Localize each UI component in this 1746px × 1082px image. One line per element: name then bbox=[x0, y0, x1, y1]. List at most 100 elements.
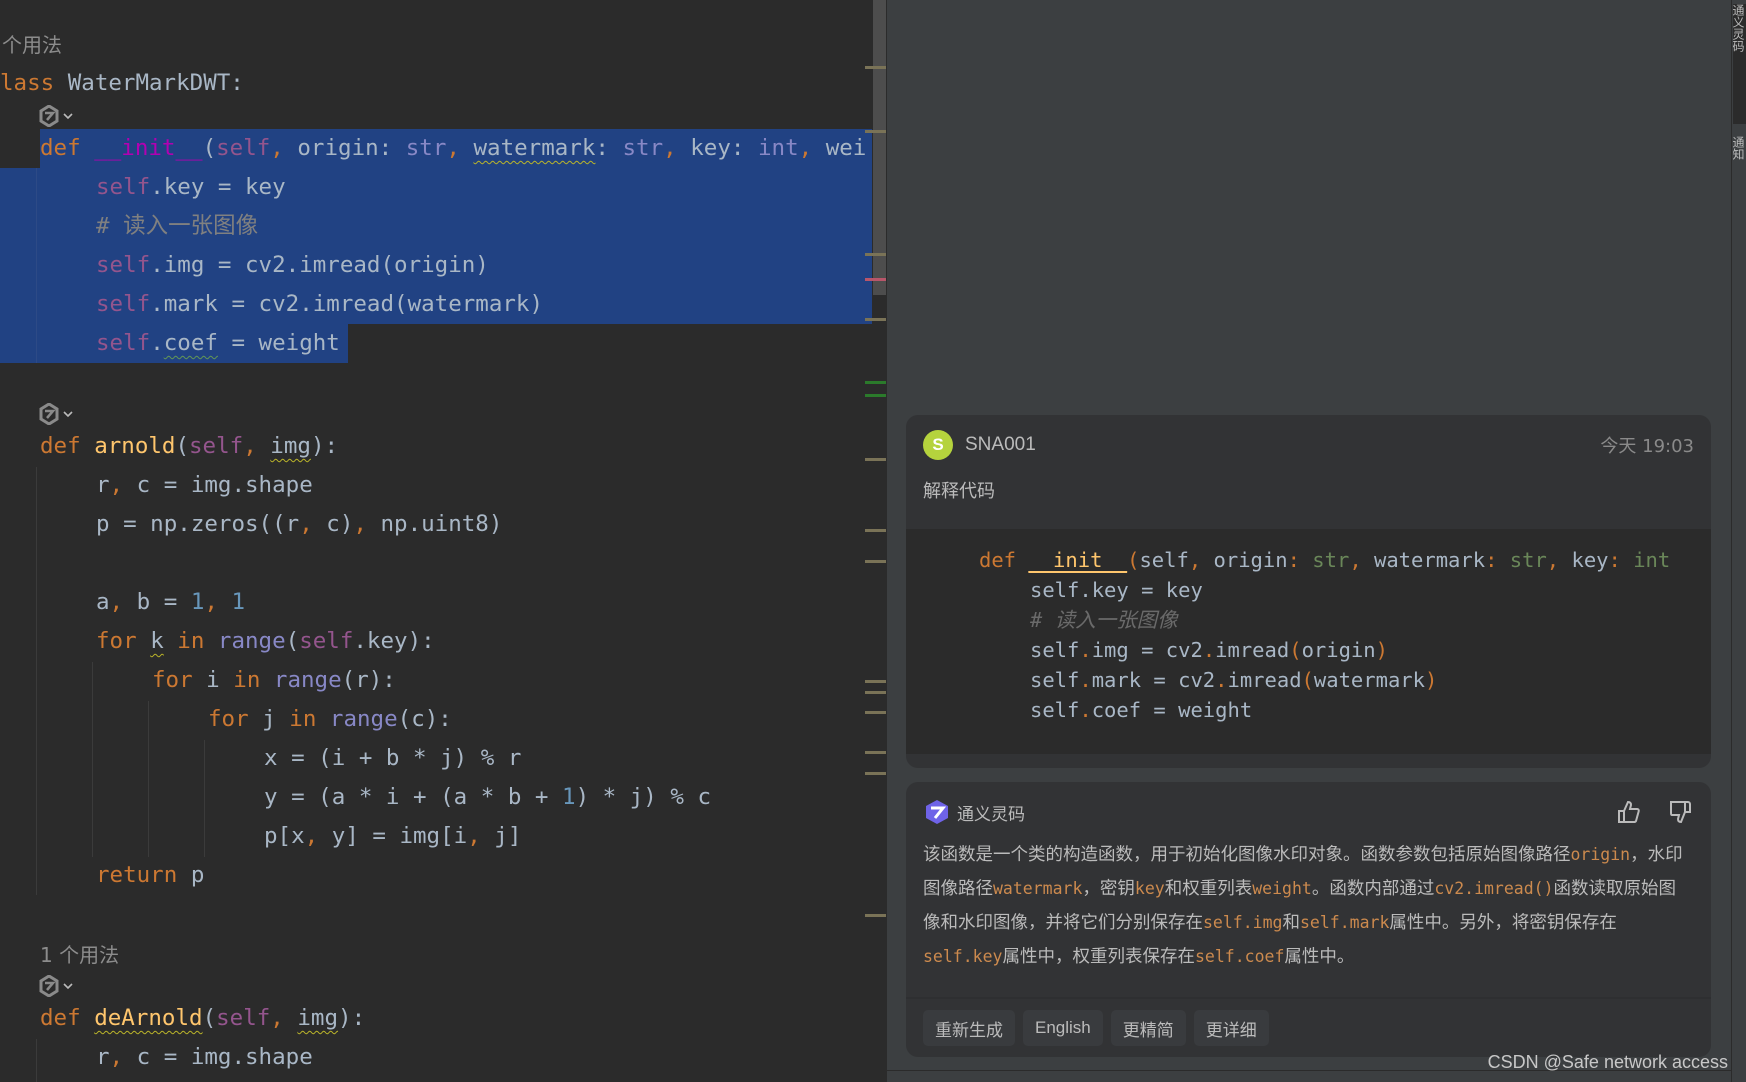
type: str bbox=[405, 135, 447, 161]
message-timestamp: 今天 19:03 bbox=[1600, 436, 1694, 457]
code-line: p[x, y] = img[i, j] bbox=[264, 823, 522, 849]
thumbs-down-icon[interactable] bbox=[1668, 799, 1694, 825]
code-comment: # 读入一张图像 bbox=[96, 213, 259, 239]
text-segment: ，密钥 bbox=[1082, 879, 1135, 899]
error-stripe-marker[interactable] bbox=[865, 66, 886, 69]
text-segment: 属性中，权重列表保存在 bbox=[1002, 947, 1195, 967]
error-stripe-marker[interactable] bbox=[865, 914, 886, 917]
tool-tab-notifications[interactable]: 通知 bbox=[1733, 136, 1746, 206]
error-stripe-marker[interactable] bbox=[865, 529, 886, 532]
divider bbox=[906, 997, 1711, 999]
inline-code: key bbox=[1134, 879, 1165, 898]
assistant-message-text: 该函数是一个类的构造函数，用于初始化图像水印对象。函数参数包括原始图像路径ori… bbox=[923, 838, 1693, 974]
more-detailed-button[interactable]: 更详细 bbox=[1193, 1010, 1269, 1046]
code-line: for k in range(self.key): bbox=[96, 628, 435, 654]
indent-guide bbox=[204, 740, 205, 857]
error-stripe-marker[interactable] bbox=[865, 680, 886, 683]
text-segment: 属性中。另外，将密钥保存在 bbox=[1389, 913, 1617, 933]
tool-tab-label: 通义灵码 bbox=[1733, 4, 1745, 52]
code-line: r, c = img.shape bbox=[96, 472, 313, 498]
message-header: S SNA001 今天 19:03 bbox=[923, 429, 1694, 461]
thumbs-up-icon[interactable] bbox=[1616, 799, 1642, 825]
snippet-line: # 读入一张图像 bbox=[1030, 608, 1178, 632]
indent-guide bbox=[36, 1039, 37, 1082]
error-stripe-marker[interactable] bbox=[865, 318, 886, 321]
ai-action-button[interactable] bbox=[38, 402, 74, 426]
error-stripe-marker[interactable] bbox=[865, 560, 886, 563]
code-line: def arnold(self, img): bbox=[40, 433, 339, 459]
code-snippet[interactable]: def __init__(self, origin: str, watermar… bbox=[906, 529, 1711, 754]
error-stripe-marker[interactable] bbox=[865, 772, 886, 775]
code-line: for j in range(c): bbox=[208, 706, 452, 732]
inline-code: self.coef bbox=[1194, 947, 1285, 966]
error-stripe-marker[interactable] bbox=[865, 130, 886, 133]
keyword: lass bbox=[0, 70, 55, 96]
inline-code: self.mark bbox=[1299, 913, 1390, 932]
tool-tab-label: 通知 bbox=[1733, 136, 1745, 160]
vcs-change-marker[interactable] bbox=[865, 394, 886, 397]
error-stripe-marker[interactable] bbox=[865, 751, 886, 754]
more-concise-button[interactable]: 更精简 bbox=[1110, 1010, 1186, 1046]
indent-guide bbox=[36, 168, 37, 363]
ai-chat-panel: S SNA001 今天 19:03 解释代码 def __init__(self… bbox=[887, 0, 1731, 1082]
code-line: x = (i + b * j) % r bbox=[264, 745, 522, 771]
text-segment: 和 bbox=[1282, 913, 1300, 933]
snippet-line: self.img = cv2.imread(origin) bbox=[1030, 638, 1388, 662]
text-segment: 该函数是一个类的构造函数，用于初始化图像水印对象。函数参数包括原始图像路径 bbox=[923, 845, 1571, 865]
inline-code: origin bbox=[1570, 845, 1631, 864]
code-line: p = np.zeros((r, c), np.uint8) bbox=[96, 511, 503, 537]
indent-guide bbox=[36, 467, 37, 895]
error-stripe-marker[interactable] bbox=[865, 458, 886, 461]
snippet-line: self.key = key bbox=[1030, 578, 1203, 602]
code-editor[interactable]: 个用法 lass WaterMarkDWT: def __init__(self… bbox=[0, 0, 887, 1082]
chevron-down-icon bbox=[63, 983, 73, 990]
message-header: 通义灵码 bbox=[923, 796, 1694, 828]
inline-code: weight bbox=[1252, 879, 1312, 898]
tongyi-logo-icon bbox=[39, 975, 59, 997]
snippet-line: def __init__(self, origin: str, watermar… bbox=[979, 548, 1671, 572]
tool-tab-tongyi[interactable]: 通义灵码 bbox=[1733, 4, 1746, 124]
param: wei bbox=[825, 135, 867, 161]
usage-hint[interactable]: 个用法 bbox=[2, 30, 62, 60]
code-line: a, b = 1, 1 bbox=[96, 589, 246, 615]
indent-guide bbox=[148, 701, 149, 857]
ai-action-button[interactable] bbox=[38, 104, 74, 128]
tongyi-logo-icon bbox=[39, 105, 59, 127]
code-line: self.mark = cv2.imread(watermark) bbox=[96, 291, 544, 317]
type: int bbox=[757, 135, 799, 161]
text-segment: 属性中。 bbox=[1284, 947, 1355, 967]
ai-action-button[interactable] bbox=[38, 974, 74, 998]
watermark-text: CSDN @Safe network access bbox=[1487, 1052, 1728, 1072]
chevron-down-icon bbox=[63, 113, 73, 120]
function-name: deArnold bbox=[94, 1005, 203, 1031]
param: self bbox=[216, 135, 271, 161]
user-message-text: 解释代码 bbox=[923, 481, 995, 502]
editor-scrollbar-thumb[interactable] bbox=[873, 0, 886, 295]
regenerate-button[interactable]: 重新生成 bbox=[923, 1010, 1015, 1046]
param: watermark bbox=[473, 135, 596, 161]
error-stripe-marker[interactable] bbox=[865, 711, 886, 714]
vcs-change-marker[interactable] bbox=[865, 381, 886, 384]
class-name: WaterMarkDWT bbox=[67, 70, 231, 96]
text-segment: 。函数内部通过 bbox=[1311, 879, 1435, 899]
keyword: def bbox=[40, 135, 81, 161]
code-line: y = (a * i + (a * b + 1) * j) % c bbox=[264, 784, 712, 810]
code-line: lass WaterMarkDWT: bbox=[0, 70, 244, 96]
right-tool-strip: 通义灵码 通知 bbox=[1731, 0, 1746, 1082]
error-stripe-marker[interactable] bbox=[865, 278, 886, 281]
error-stripe-marker[interactable] bbox=[865, 691, 886, 694]
user-name: SNA001 bbox=[965, 434, 1036, 455]
error-stripe-marker[interactable] bbox=[865, 253, 886, 256]
snippet-line: self.mark = cv2.imread(watermark) bbox=[1030, 668, 1438, 692]
code-line: return p bbox=[96, 862, 205, 888]
code-line: self.coef = weight bbox=[96, 330, 340, 356]
code-line: def __init__(self, origin: str, watermar… bbox=[40, 135, 867, 161]
usage-hint[interactable]: 1 个用法 bbox=[40, 940, 119, 970]
english-button[interactable]: English bbox=[1023, 1010, 1103, 1046]
tongyi-logo-icon bbox=[926, 800, 948, 824]
param: origin bbox=[297, 135, 379, 161]
chevron-down-icon bbox=[63, 411, 73, 418]
function-name: __init__ bbox=[94, 135, 203, 161]
inline-code: cv2.imread() bbox=[1434, 879, 1554, 898]
text-segment: 和权重列表 bbox=[1164, 879, 1253, 899]
